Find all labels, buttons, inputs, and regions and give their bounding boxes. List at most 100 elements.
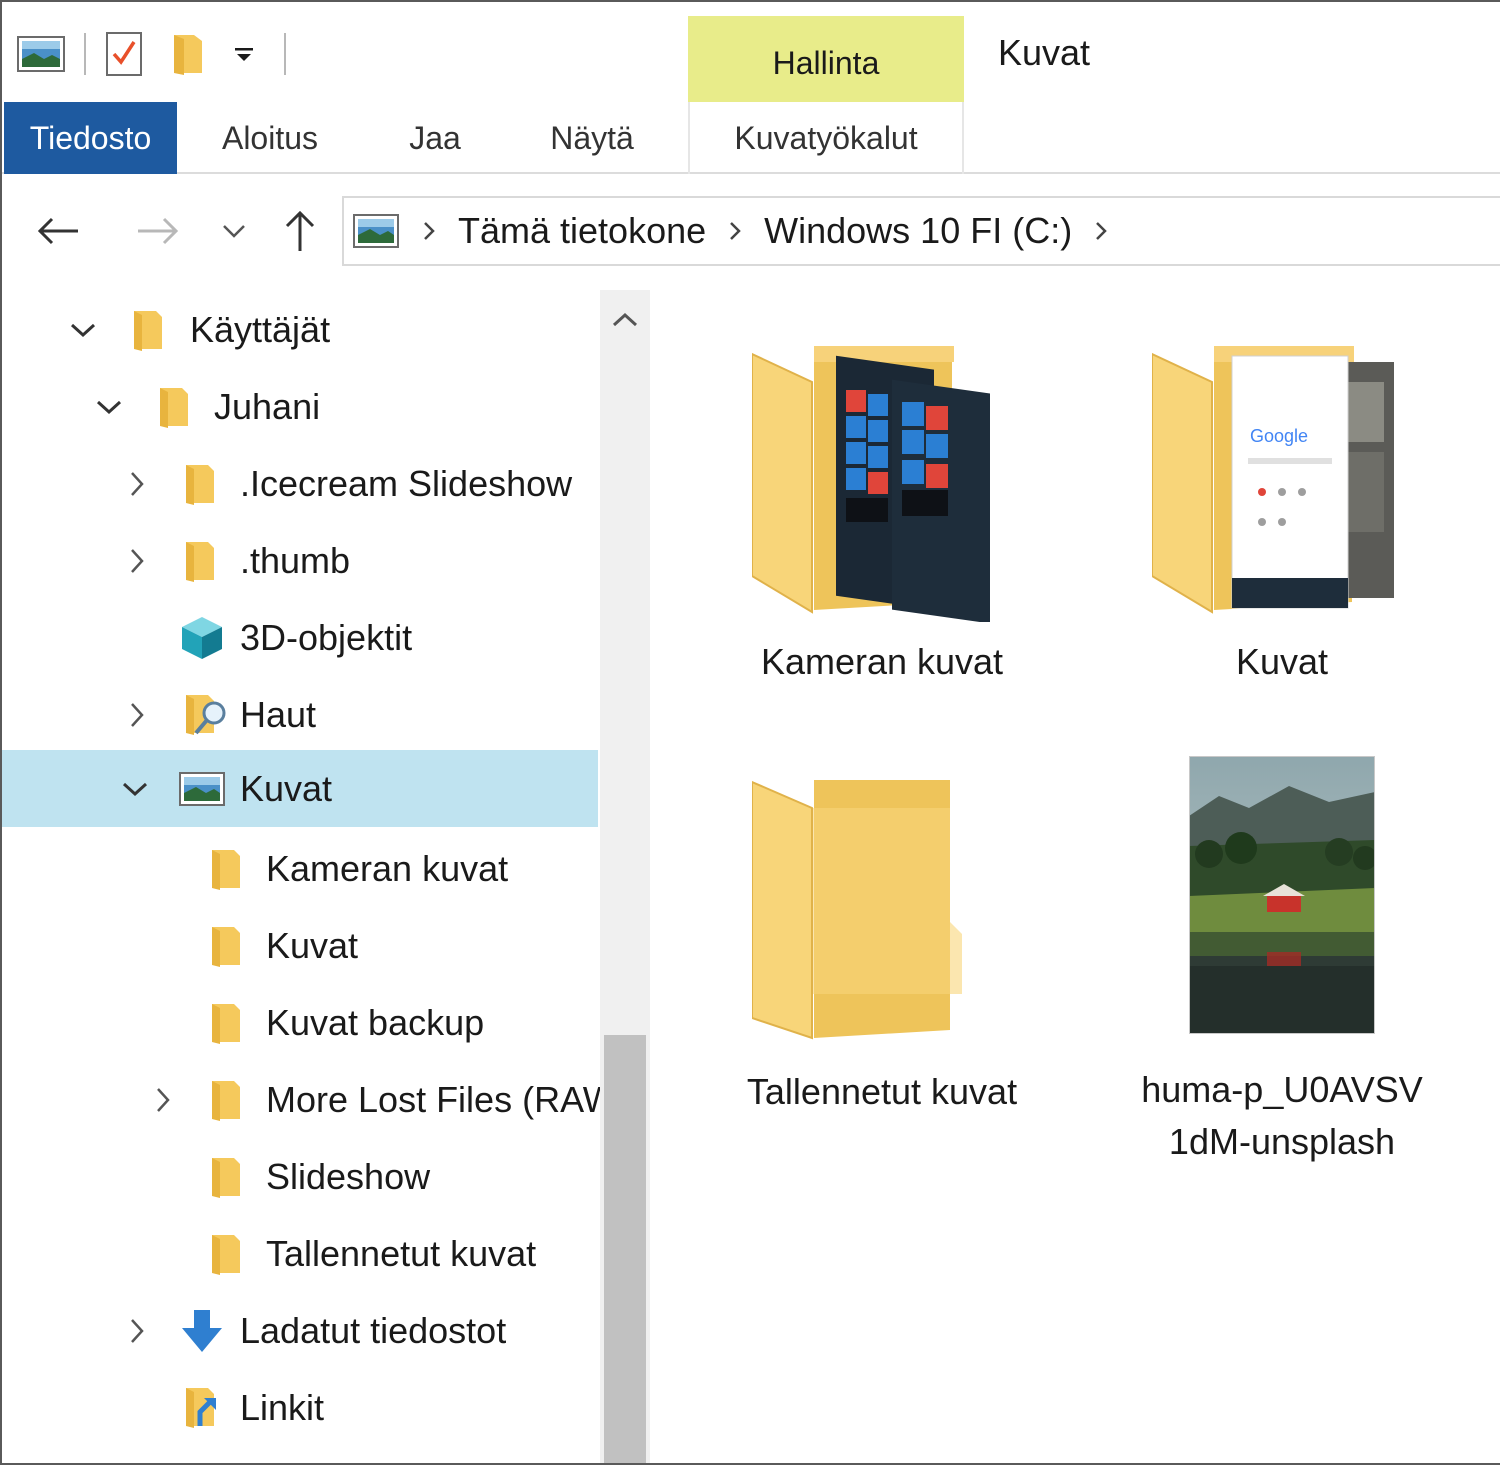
file-name-line-2: 1dM-unsplash (1168, 1121, 1396, 1162)
tree-item-label: Linkit (240, 1386, 325, 1428)
forward-button[interactable] (130, 176, 186, 286)
ribbon-tabs: Tiedosto Aloitus Jaa Näytä Kuvatyökalut (2, 102, 1500, 174)
scroll-up-button[interactable] (600, 290, 650, 350)
tree-item-label: Slideshow (266, 1155, 431, 1197)
tree-item-icecream-slideshow[interactable]: .Icecream Slideshow (2, 445, 598, 522)
file-item-tallennetut-kuvat[interactable]: Tallennetut kuvat (692, 772, 1072, 1118)
breadcrumb-drive-c[interactable]: Windows 10 FI (C:) (764, 210, 1072, 252)
file-item-label: Kuvat (1235, 641, 1329, 682)
image-thumbnail (1188, 755, 1377, 1035)
file-item-label: huma-p_U0AVSV 1dM-unsplash (1141, 1064, 1422, 1168)
folder-icon (182, 540, 218, 582)
search-folder-icon (182, 693, 230, 737)
window-title: Kuvat (998, 32, 1091, 73)
chevron-right-icon[interactable] (122, 469, 152, 499)
arrow-up-icon (285, 210, 315, 251)
tree-item-label: Tallennetut kuvat (266, 1232, 537, 1274)
tree-item-slideshow[interactable]: Slideshow (2, 1138, 598, 1215)
chevron-down-icon[interactable] (68, 315, 98, 345)
tab-share[interactable]: Jaa (382, 102, 488, 174)
tree-item-kayttajat[interactable]: Käyttäjät (2, 291, 598, 368)
browser-logo: Google (1250, 426, 1308, 446)
file-explorer-window: Hallinta Kuvat Tiedosto Aloitus Jaa Näyt… (0, 0, 1500, 1465)
context-tab-group-label: Hallinta (772, 44, 880, 81)
tab-home[interactable]: Aloitus (192, 102, 348, 174)
tree-item-partial[interactable] (2, 1446, 598, 1463)
up-button[interactable] (278, 176, 322, 286)
tree-item-thumb[interactable]: .thumb (2, 522, 598, 599)
chevron-down-icon[interactable] (120, 774, 150, 804)
tree-scrollbar[interactable] (600, 290, 650, 1463)
folder-icon (208, 925, 244, 967)
file-item-kuvat[interactable]: Google Kuvat (1092, 342, 1472, 688)
tree-item-label: .thumb (240, 539, 351, 581)
chevron-right-icon[interactable] (728, 219, 742, 243)
tree-item-label: Käyttäjät (190, 308, 331, 350)
customize-toolbar-icon[interactable] (232, 28, 256, 80)
tab-picture-tools[interactable]: Kuvatyökalut (688, 102, 964, 174)
chevron-right-icon[interactable] (422, 219, 436, 243)
tree-item-juhani[interactable]: Juhani (2, 368, 598, 445)
back-button[interactable] (30, 176, 86, 286)
tree-item-label: Haut (240, 693, 317, 735)
file-item-label: Tallennetut kuvat (746, 1071, 1018, 1112)
chevron-right-icon[interactable] (148, 1085, 178, 1115)
pictures-location-icon (352, 211, 400, 251)
file-list-view: Kameran kuvat Google Kuvat Tallennetut k… (652, 290, 1500, 1463)
tree-item-3d-objects[interactable]: 3D-objektit (2, 599, 598, 676)
tree-item-more-lost-files[interactable]: More Lost Files (RAW) (2, 1061, 600, 1138)
breadcrumb-this-pc[interactable]: Tämä tietokone (458, 210, 706, 252)
tree-item-kameran-kuvat[interactable]: Kameran kuvat (2, 830, 598, 907)
chevron-right-icon[interactable] (122, 546, 152, 576)
context-tab-group-manage: Hallinta (688, 16, 964, 102)
navigation-tree: Käyttäjät Juhani .Icecream Slideshow .th… (2, 290, 600, 1463)
chevron-down-icon (223, 225, 245, 238)
arrow-left-icon (37, 217, 78, 245)
pictures-icon (178, 769, 226, 809)
tree-item-label: Ladatut tiedostot (240, 1309, 507, 1351)
quick-access-toolbar (16, 28, 304, 80)
folder-thumbnail-icon: Google (1151, 342, 1412, 622)
tree-item-haut[interactable]: Haut (2, 676, 598, 753)
links-folder-icon (182, 1386, 226, 1430)
download-icon (178, 1308, 226, 1354)
chevron-right-icon[interactable] (122, 700, 152, 730)
folder-icon (208, 1156, 244, 1198)
tree-item-kuvat-backup[interactable]: Kuvat backup (2, 984, 598, 1061)
properties-icon[interactable] (104, 28, 144, 80)
tab-file[interactable]: Tiedosto (4, 102, 177, 174)
pictures-window-icon[interactable] (16, 28, 66, 80)
tree-item-label: 3D-objektit (240, 616, 413, 658)
chevron-down-icon[interactable] (94, 392, 124, 422)
tree-item-kuvat-sub[interactable]: Kuvat (2, 907, 598, 984)
tab-view[interactable]: Näytä (522, 102, 662, 174)
tree-item-kuvat-selected[interactable]: Kuvat (2, 750, 598, 827)
empty-folder-icon (751, 772, 1012, 1052)
recent-locations-button[interactable] (214, 176, 254, 286)
new-folder-icon[interactable] (170, 28, 206, 80)
tree-item-label: Juhani (214, 385, 321, 427)
tree-item-label: Kuvat (240, 767, 333, 809)
scroll-thumb[interactable] (604, 1035, 646, 1463)
title-bar: Hallinta Kuvat (2, 2, 1500, 102)
tree-item-tallennetut-kuvat[interactable]: Tallennetut kuvat (2, 1215, 598, 1292)
folder-icon (208, 848, 244, 890)
tree-item-ladatut-tiedostot[interactable]: Ladatut tiedostot (2, 1292, 598, 1369)
3d-objects-icon (178, 615, 226, 661)
file-item-kameran-kuvat[interactable]: Kameran kuvat (692, 342, 1072, 688)
address-bar[interactable]: Tämä tietokone Windows 10 FI (C:) (342, 196, 1500, 266)
folder-icon (182, 463, 218, 505)
tree-item-label: Kameran kuvat (266, 847, 509, 889)
toolbar-separator (284, 33, 286, 75)
folder-icon (208, 1002, 244, 1044)
folder-icon (130, 309, 166, 351)
chevron-right-icon[interactable] (1094, 219, 1108, 243)
tree-item-label: Kuvat (266, 924, 359, 966)
file-name-line-1: huma-p_U0AVSV (1141, 1069, 1423, 1110)
chevron-right-icon[interactable] (122, 1316, 152, 1346)
tree-item-label: Kuvat backup (266, 1001, 485, 1043)
folder-icon (208, 1233, 244, 1275)
file-item-image[interactable]: huma-p_U0AVSV 1dM-unsplash (1092, 755, 1472, 1168)
navigation-bar: Tämä tietokone Windows 10 FI (C:) (2, 176, 1500, 286)
tree-item-linkit[interactable]: Linkit (2, 1369, 598, 1446)
